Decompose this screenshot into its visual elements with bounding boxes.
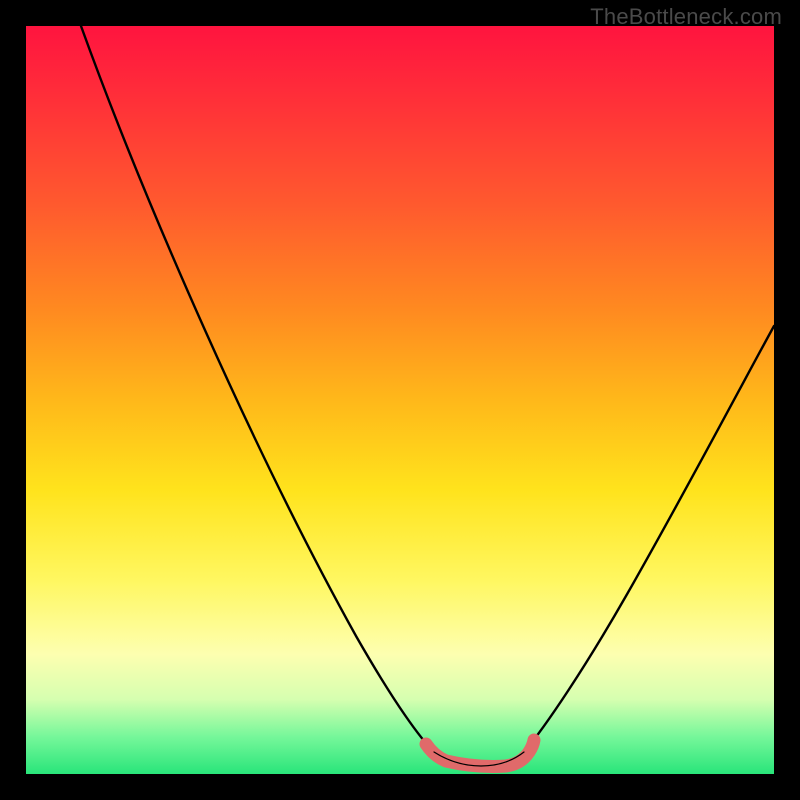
chart-frame: TheBottleneck.com bbox=[0, 0, 800, 800]
curve-left-branch bbox=[81, 26, 434, 752]
curve-minimum-highlight bbox=[426, 740, 534, 766]
plot-area bbox=[26, 26, 774, 774]
bottleneck-curve bbox=[26, 26, 774, 774]
curve-right-branch bbox=[524, 326, 774, 752]
